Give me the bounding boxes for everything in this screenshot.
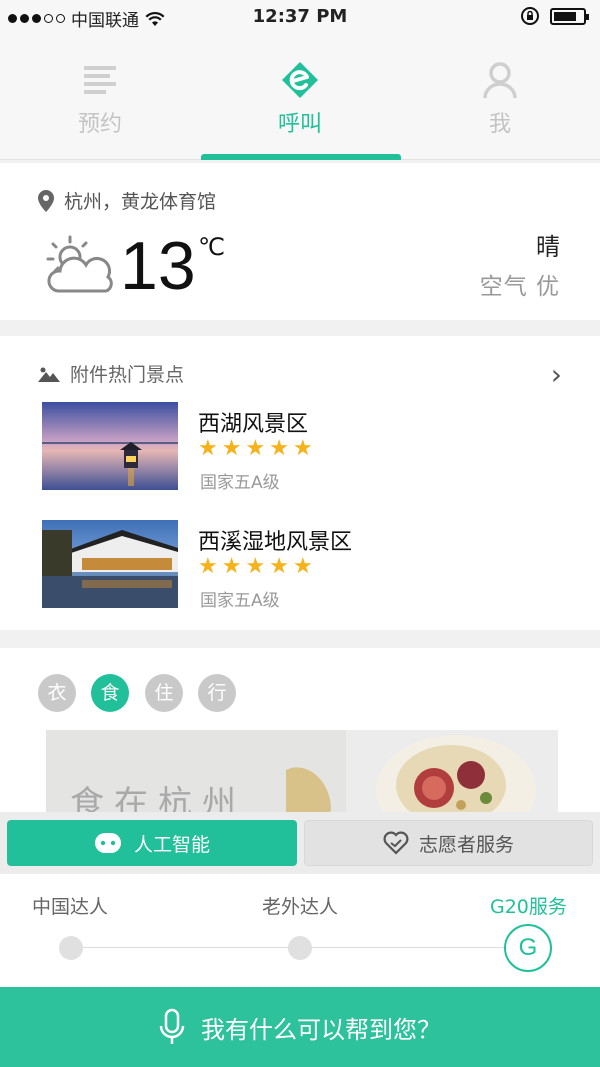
ai-service-label: 人工智能: [133, 833, 210, 856]
star-icon: ★: [198, 554, 218, 579]
service-button-bar: 人工智能 志愿者服务: [0, 812, 600, 874]
location-pin-icon: [38, 189, 54, 212]
volunteer-service-button[interactable]: 志愿者服务: [304, 820, 593, 866]
rating-stars: ★ ★ ★ ★ ★: [198, 438, 313, 460]
voice-input-button[interactable]: 我有什么可以帮到您？: [0, 987, 600, 1067]
attraction-item[interactable]: 西湖风景区 ★ ★ ★ ★ ★ 国家五A级: [42, 402, 562, 493]
battery-icon: [550, 7, 589, 25]
star-icon: ★: [269, 436, 289, 461]
rotation-lock-icon: [521, 7, 539, 25]
clock: 12:37 PM: [252, 6, 348, 27]
star-icon: ★: [292, 554, 313, 579]
star-icon: ★: [221, 554, 242, 579]
option-g20-service[interactable]: G20服务: [490, 892, 567, 919]
star-icon: ★: [245, 554, 266, 579]
attraction-name: 西湖风景区: [198, 412, 309, 437]
status-bar: 中国联通 12:37 PM: [0, 0, 600, 34]
star-icon: ★: [292, 436, 313, 461]
top-tab-bar: 预约 呼叫 我: [0, 34, 600, 160]
volunteer-service-label: 志愿者服务: [418, 833, 514, 856]
tab-appointment[interactable]: 预约: [0, 34, 200, 160]
rating-stars: ★ ★ ★ ★ ★: [198, 556, 313, 578]
tab-call[interactable]: 呼叫: [200, 34, 400, 160]
attractions-header: 附件热门景点: [38, 360, 184, 387]
attraction-grade: 国家五A级: [200, 473, 280, 493]
partly-cloudy-icon: [46, 235, 113, 293]
slider-stop-chinese-expert[interactable]: [59, 936, 83, 960]
west-lake-photo: [42, 402, 178, 490]
food-banner[interactable]: 食在杭州: [46, 730, 558, 818]
tab-label: 预约: [77, 112, 122, 137]
category-food[interactable]: 食: [91, 674, 129, 712]
star-icon: ★: [198, 436, 218, 461]
temperature-value: 13: [120, 228, 196, 304]
location-row: 杭州，黄龙体育馆: [38, 187, 216, 214]
mountain-icon: [38, 367, 60, 382]
helper-type-selector: 中国达人 老外达人 G20服务 G: [0, 874, 600, 987]
tab-label: 呼叫: [277, 112, 322, 137]
robot-face-icon: [94, 833, 121, 853]
weather-card: 杭州，黄龙体育馆 13 ℃ 晴 空气 优: [0, 163, 600, 320]
star-icon: ★: [245, 436, 266, 461]
attraction-item[interactable]: 西溪湿地风景区 ★ ★ ★ ★ ★ 国家五A级: [42, 520, 562, 611]
tab-me[interactable]: 我: [400, 34, 600, 160]
star-icon: ★: [221, 436, 242, 461]
ai-service-button[interactable]: 人工智能: [7, 820, 297, 866]
microphone-icon: [159, 1008, 185, 1044]
category-clothing[interactable]: 衣: [38, 674, 76, 712]
menu-lines-icon: [84, 66, 116, 94]
attraction-grade: 国家五A级: [200, 591, 280, 611]
slider-stop-foreign-expert[interactable]: [288, 936, 312, 960]
heart-icon: [383, 831, 409, 855]
active-tab-indicator: [201, 154, 401, 160]
e-logo-icon: [282, 62, 318, 98]
weather-condition: 晴: [536, 233, 560, 261]
chevron-right-icon[interactable]: ›: [551, 358, 562, 391]
slider-knob-g20[interactable]: G: [504, 924, 552, 972]
nearby-attractions-card: 附件热门景点 › 西湖风景区 ★ ★ ★ ★ ★ 国家五A级 西溪湿地风景区 ★…: [0, 336, 600, 630]
attraction-name: 西溪湿地风景区: [198, 530, 353, 555]
tab-label: 我: [488, 112, 511, 137]
category-travel[interactable]: 行: [198, 674, 236, 712]
star-icon: ★: [269, 554, 289, 579]
category-lodging[interactable]: 住: [145, 674, 183, 712]
voice-prompt: 我有什么可以帮到您？: [201, 1015, 441, 1044]
option-foreign-expert[interactable]: 老外达人: [262, 892, 338, 919]
option-chinese-expert[interactable]: 中国达人: [32, 892, 108, 919]
person-icon: [483, 62, 517, 99]
xixi-wetland-photo: [42, 520, 178, 608]
attractions-heading: 附件热门景点: [70, 364, 185, 386]
location-text: 杭州，黄龙体育馆: [64, 191, 217, 213]
temperature-unit: ℃: [198, 233, 225, 261]
lifestyle-card: 衣 食 住 行 食在杭州: [0, 648, 600, 818]
air-quality: 空气 优: [479, 274, 560, 300]
